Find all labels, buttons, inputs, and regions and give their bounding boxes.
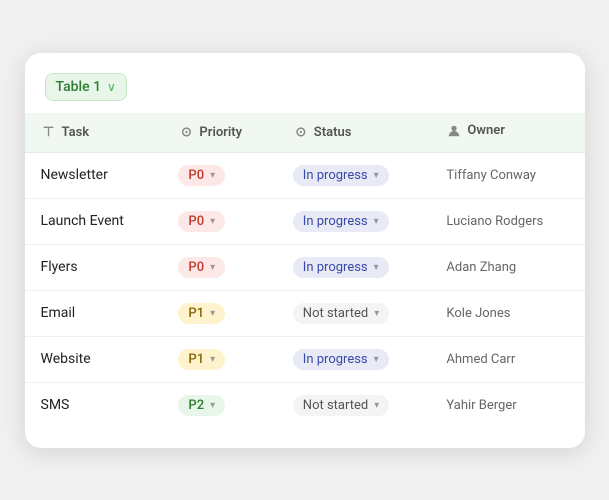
task-name-1: Launch Event (41, 213, 124, 229)
task-name-5: SMS (41, 397, 70, 413)
owner-name-4: Ahmed Carr (446, 352, 515, 367)
col-task-label: Task (62, 125, 90, 140)
table-row: Launch Event P0 ▾ In progress ▾ Luciano … (25, 198, 585, 244)
owner-name-2: Adan Zhang (446, 260, 516, 275)
col-header-priority: ⊙ Priority (162, 113, 276, 153)
status-cell-4: In progress ▾ (277, 336, 431, 382)
status-badge-0[interactable]: In progress ▾ (293, 165, 389, 186)
status-cell-1: In progress ▾ (277, 198, 431, 244)
priority-cell-4: P1 ▾ (162, 336, 276, 382)
owner-cell-1: Luciano Rodgers (430, 198, 584, 244)
col-header-status: ⊙ Status (277, 113, 431, 153)
status-badge-2[interactable]: In progress ▾ (293, 257, 389, 278)
priority-dropdown-arrow-5[interactable]: ▾ (210, 400, 215, 411)
table-row: Flyers P0 ▾ In progress ▾ Adan Zhang (25, 244, 585, 290)
priority-cell-2: P0 ▾ (162, 244, 276, 290)
task-name-3: Email (41, 305, 76, 321)
table-name-pill[interactable]: Table 1 ∨ (45, 73, 127, 101)
status-cell-0: In progress ▾ (277, 152, 431, 198)
col-header-task: ⊤ Task (25, 113, 163, 153)
task-name-0: Newsletter (41, 167, 108, 183)
table-row: Email P1 ▾ Not started ▾ Kole Jones (25, 290, 585, 336)
status-dropdown-arrow-1[interactable]: ▾ (374, 216, 379, 227)
status-badge-4[interactable]: In progress ▾ (293, 349, 389, 370)
status-badge-3[interactable]: Not started ▾ (293, 303, 389, 324)
task-cell-5: SMS (25, 382, 163, 428)
owner-cell-0: Tiffany Conway (430, 152, 584, 198)
priority-badge-2[interactable]: P0 ▾ (178, 257, 225, 278)
task-table: ⊤ Task ⊙ Priority ⊙ Status (25, 113, 585, 428)
status-badge-5[interactable]: Not started ▾ (293, 395, 389, 416)
status-dropdown-arrow-4[interactable]: ▾ (374, 354, 379, 365)
priority-dropdown-arrow-1[interactable]: ▾ (210, 216, 215, 227)
table-header-row: ⊤ Task ⊙ Priority ⊙ Status (25, 113, 585, 153)
priority-icon: ⊙ (178, 124, 194, 140)
owner-name-1: Luciano Rodgers (446, 214, 543, 229)
task-icon: ⊤ (41, 124, 57, 140)
owner-name-0: Tiffany Conway (446, 168, 536, 183)
owner-cell-4: Ahmed Carr (430, 336, 584, 382)
owner-name-5: Yahir Berger (446, 398, 516, 413)
priority-badge-0[interactable]: P0 ▾ (178, 165, 225, 186)
main-card: Table 1 ∨ ⊤ Task ⊙ Priority (25, 53, 585, 448)
status-dropdown-arrow-3[interactable]: ▾ (374, 308, 379, 319)
table-row: SMS P2 ▾ Not started ▾ Yahir Berger (25, 382, 585, 428)
owner-cell-3: Kole Jones (430, 290, 584, 336)
table-header-bar: Table 1 ∨ (25, 73, 585, 113)
col-owner-label: Owner (467, 123, 505, 138)
owner-name-3: Kole Jones (446, 306, 510, 321)
priority-badge-3[interactable]: P1 ▾ (178, 303, 225, 324)
priority-badge-1[interactable]: P0 ▾ (178, 211, 225, 232)
status-cell-5: Not started ▾ (277, 382, 431, 428)
task-name-2: Flyers (41, 259, 78, 275)
priority-cell-0: P0 ▾ (162, 152, 276, 198)
priority-cell-1: P0 ▾ (162, 198, 276, 244)
priority-dropdown-arrow-3[interactable]: ▾ (210, 308, 215, 319)
priority-badge-4[interactable]: P1 ▾ (178, 349, 225, 370)
owner-cell-5: Yahir Berger (430, 382, 584, 428)
col-status-label: Status (314, 125, 352, 140)
status-dropdown-arrow-0[interactable]: ▾ (374, 170, 379, 181)
task-cell-4: Website (25, 336, 163, 382)
priority-badge-5[interactable]: P2 ▾ (178, 395, 225, 416)
col-header-owner: Owner (430, 113, 584, 153)
table-name-label: Table 1 (56, 79, 102, 95)
chevron-down-icon: ∨ (107, 80, 116, 94)
owner-cell-2: Adan Zhang (430, 244, 584, 290)
priority-dropdown-arrow-2[interactable]: ▾ (210, 262, 215, 273)
priority-cell-3: P1 ▾ (162, 290, 276, 336)
task-cell-0: Newsletter (25, 152, 163, 198)
task-cell-1: Launch Event (25, 198, 163, 244)
status-dropdown-arrow-5[interactable]: ▾ (374, 400, 379, 411)
status-cell-3: Not started ▾ (277, 290, 431, 336)
owner-icon (446, 123, 462, 139)
status-cell-2: In progress ▾ (277, 244, 431, 290)
task-cell-2: Flyers (25, 244, 163, 290)
priority-dropdown-arrow-0[interactable]: ▾ (210, 170, 215, 181)
priority-dropdown-arrow-4[interactable]: ▾ (210, 354, 215, 365)
priority-cell-5: P2 ▾ (162, 382, 276, 428)
col-priority-label: Priority (199, 125, 242, 140)
status-icon: ⊙ (293, 124, 309, 140)
table-row: Newsletter P0 ▾ In progress ▾ Tiffany Co… (25, 152, 585, 198)
table-row: Website P1 ▾ In progress ▾ Ahmed Carr (25, 336, 585, 382)
status-badge-1[interactable]: In progress ▾ (293, 211, 389, 232)
task-cell-3: Email (25, 290, 163, 336)
task-name-4: Website (41, 351, 91, 367)
status-dropdown-arrow-2[interactable]: ▾ (374, 262, 379, 273)
